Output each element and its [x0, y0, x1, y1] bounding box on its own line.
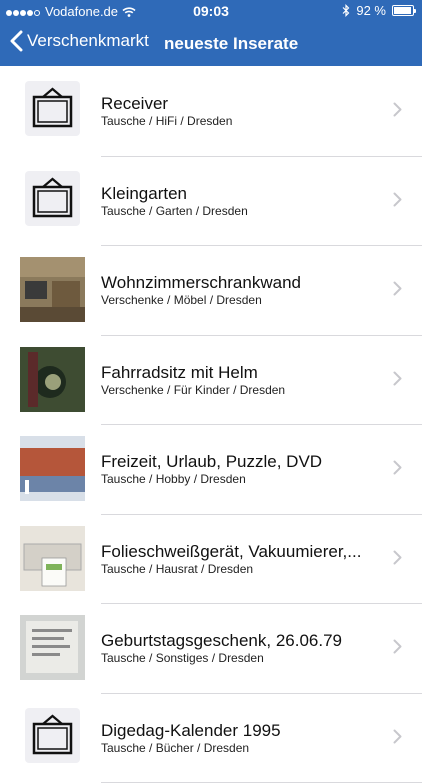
listing-title: Fahrradsitz mit Helm	[101, 362, 258, 382]
listing-title: Wohnzimmerschrankwand	[101, 273, 301, 292]
listing-subtitle: Tausche / Sonstiges / Dresden	[101, 651, 264, 665]
list-item[interactable]: Freizeit, Urlaub, Puzzle, DVD Tausche / H…	[0, 424, 422, 515]
listing-subtitle: Tausche / Garten / Dresden	[101, 203, 248, 218]
chevron-right-icon	[393, 371, 402, 385]
listing-subtitle: Tausche / Bücher / Dresden	[101, 740, 250, 755]
chevron-right-icon	[393, 281, 402, 296]
listing-thumbnail	[20, 615, 85, 680]
listing-subtitle: Verschenke / Für Kinder / Dresden	[101, 382, 286, 397]
app-header: Vodafone.de 09:03 92 % Verschenkmarkt ne…	[0, 0, 422, 66]
chevron-left-icon	[10, 30, 23, 52]
battery-percent: 92 %	[356, 3, 386, 18]
listing-list: Receiver Tausche / HiFi / Dresden Kleingar…	[0, 66, 422, 783]
listing-thumbnail	[20, 346, 85, 412]
back-button-label: Verschenkmarkt	[27, 31, 149, 50]
listing-title: Folieschweißgerät, Vakuumierer,...	[101, 541, 362, 561]
chevron-right-icon	[393, 639, 402, 654]
listing-subtitle: Tausche / HiFi / Dresden	[101, 114, 233, 128]
battery-icon	[392, 5, 416, 16]
list-item[interactable]: Fahrradsitz mit Helm Verschenke / Für Kin…	[0, 335, 422, 425]
picture-frame-icon	[25, 81, 80, 136]
status-bar: Vodafone.de 09:03 92 %	[0, 0, 422, 22]
chevron-right-icon	[393, 729, 402, 743]
list-item[interactable]: Digedag-Kalender 1995 Tausche / Bücher / …	[0, 693, 422, 783]
listing-title: Geburtstagsgeschenk, 26.06.79	[101, 631, 342, 650]
list-item[interactable]: Receiver Tausche / HiFi / Dresden	[0, 66, 422, 157]
listing-thumbnail	[20, 525, 85, 591]
list-item[interactable]: Folieschweißgerät, Vakuumierer,... Tausch…	[0, 514, 422, 604]
listing-title: Freizeit, Urlaub, Puzzle, DVD	[101, 452, 323, 471]
back-button[interactable]: Verschenkmarkt	[10, 30, 149, 52]
listing-title: Receiver	[101, 94, 169, 113]
page-title: neueste Inserate	[164, 34, 299, 53]
list-item[interactable]: Wohnzimmerschrankwand Verschenke / Möbel …	[0, 245, 422, 336]
listing-subtitle: Verschenke / Möbel / Dresden	[101, 293, 262, 307]
picture-frame-icon	[25, 707, 80, 763]
listing-title: Digedag-Kalender 1995	[101, 720, 281, 740]
navigation-bar: Verschenkmarkt neueste Inserate	[0, 22, 422, 66]
listing-subtitle: Tausche / Hausrat / Dresden	[101, 561, 254, 576]
chevron-right-icon	[393, 192, 402, 206]
chevron-right-icon	[393, 550, 402, 564]
bluetooth-icon	[342, 4, 350, 17]
list-item[interactable]: Geburtstagsgeschenk, 26.06.79 Tausche / S…	[0, 603, 422, 694]
chevron-right-icon	[393, 102, 402, 117]
list-item[interactable]: Kleingarten Tausche / Garten / Dresden	[0, 156, 422, 246]
chevron-right-icon	[393, 460, 402, 475]
picture-frame-icon	[25, 170, 80, 226]
listing-title: Kleingarten	[101, 183, 188, 203]
listing-thumbnail	[20, 436, 85, 501]
listing-thumbnail	[20, 257, 85, 322]
listing-subtitle: Tausche / Hobby / Dresden	[101, 472, 246, 486]
